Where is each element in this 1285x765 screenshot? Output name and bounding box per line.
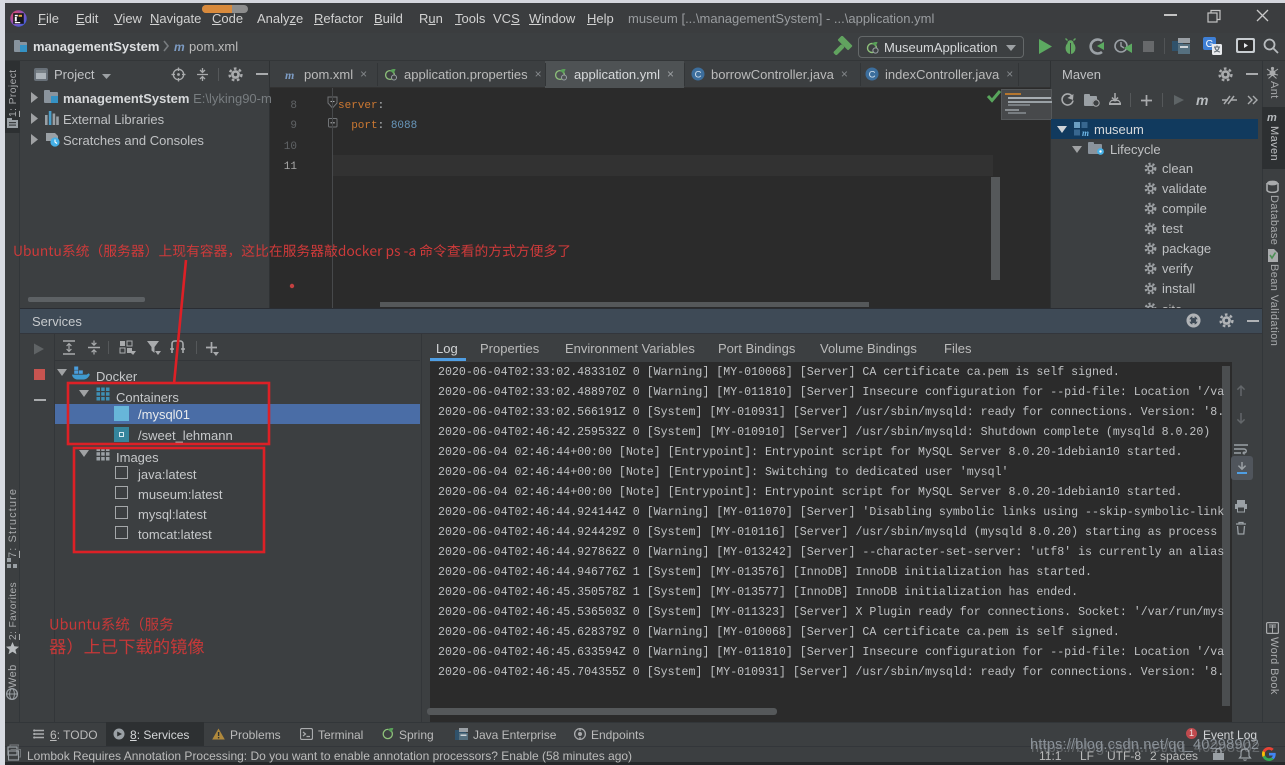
svg-text:C: C xyxy=(695,70,702,81)
svg-text:C: C xyxy=(869,70,876,81)
svg-text:m: m xyxy=(285,68,294,81)
svg-text:m: m xyxy=(1082,128,1089,137)
